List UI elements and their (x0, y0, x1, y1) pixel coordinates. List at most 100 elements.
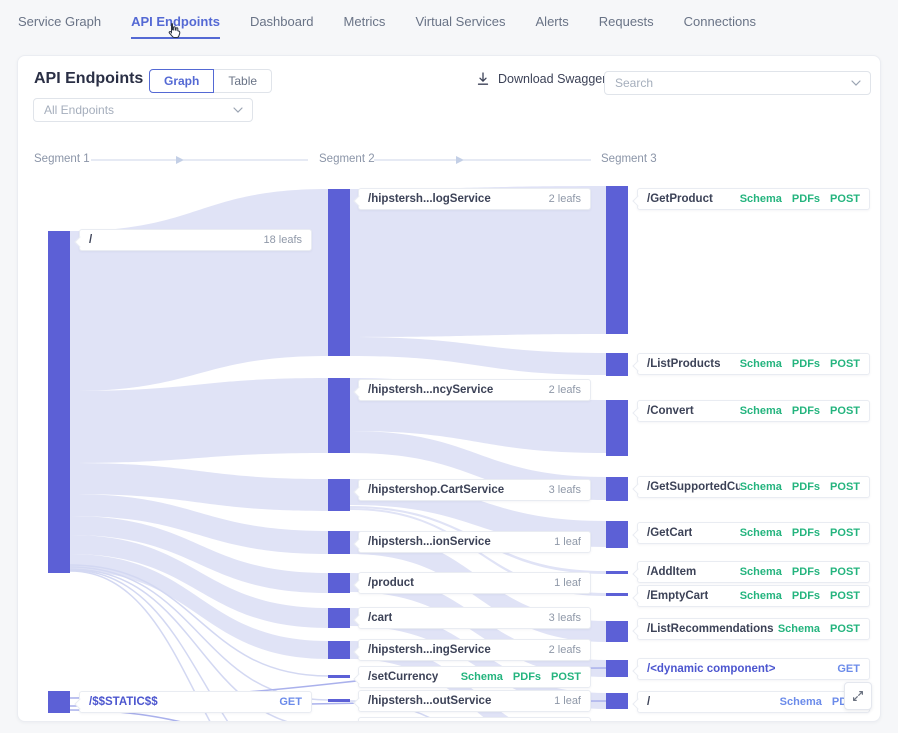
nav-item-connections[interactable]: Connections (684, 14, 756, 39)
leaf-count: 2 leafs (549, 384, 581, 396)
schema-link[interactable]: Schema (740, 527, 782, 539)
endpoint-label-setcurrency[interactable]: /setCurrency Schema PDFs POST (358, 666, 591, 688)
pdfs-link[interactable]: PDFs (792, 358, 820, 370)
endpoint-label-listproducts[interactable]: /ListProducts Schema PDFs POST (637, 353, 870, 375)
endpoint-path: / (647, 696, 650, 708)
nav-item-metrics[interactable]: Metrics (344, 14, 386, 39)
nav-item-api-endpoints[interactable]: API Endpoints (131, 14, 220, 39)
endpoint-label-getsupportedcurrencies[interactable]: /GetSupportedCurrencies Schema PDFs POST (637, 476, 870, 498)
pdfs-link[interactable]: PDFs (792, 527, 820, 539)
node-bar-getsupportedcurrencies (606, 477, 628, 501)
schema-link[interactable]: Schema (461, 671, 503, 683)
endpoint-label-convert[interactable]: /Convert Schema PDFs POST (637, 400, 870, 422)
node-bar-dynamic-component (606, 660, 628, 677)
method-post-link[interactable]: POST (830, 481, 860, 493)
nav-item-service-graph[interactable]: Service Graph (18, 14, 101, 39)
schema-link[interactable]: Schema (740, 405, 782, 417)
leaf-count: 2 leafs (549, 644, 581, 656)
endpoint-path: /ListProducts (647, 358, 720, 370)
schema-link[interactable]: Schema (740, 590, 782, 602)
endpoint-label-ailservice[interactable]: /hipstersh...ailService 1 leaf (358, 717, 591, 722)
schema-link[interactable]: Schema (740, 358, 782, 370)
endpoint-path: /cart (368, 612, 392, 624)
node-bar-ncyservice (328, 378, 350, 453)
endpoint-label-cartservice[interactable]: /hipstershop.CartService 3 leafs (358, 479, 591, 501)
leaf-count: 1 leaf (554, 695, 581, 707)
endpoint-path: /ListRecommendations (647, 623, 774, 635)
node-bar-emptycart (606, 593, 628, 596)
method-post-link[interactable]: POST (551, 671, 581, 683)
pdfs-link[interactable]: PDFs (792, 566, 820, 578)
endpoint-label-listrecommendations[interactable]: /ListRecommendations Schema POST (637, 618, 870, 640)
endpoint-label-ncyservice[interactable]: /hipstersh...ncyService 2 leafs (358, 379, 591, 401)
endpoint-label-ionservice[interactable]: /hipstersh...ionService 1 leaf (358, 531, 591, 553)
node-bar-ionservice (328, 531, 350, 554)
node-bar-root (48, 231, 70, 573)
method-post-link[interactable]: POST (830, 193, 860, 205)
endpoint-label-getcart[interactable]: /GetCart Schema PDFs POST (637, 522, 870, 544)
nav-item-dashboard[interactable]: Dashboard (250, 14, 314, 39)
endpoint-path: /GetCart (647, 527, 692, 539)
endpoint-label-logservice[interactable]: /hipstersh...logService 2 leafs (358, 188, 591, 210)
method-get-link[interactable]: GET (837, 663, 860, 675)
endpoint-label-product[interactable]: /product 1 leaf (358, 572, 591, 594)
schema-link[interactable]: Schema (740, 193, 782, 205)
nav-item-requests[interactable]: Requests (599, 14, 654, 39)
expand-icon (851, 689, 865, 703)
nav-item-virtual-services[interactable]: Virtual Services (415, 14, 505, 39)
endpoint-path: /Convert (647, 405, 694, 417)
endpoint-label-additem[interactable]: /AddItem Schema PDFs POST (637, 561, 870, 583)
leaf-count: 2 leafs (549, 193, 581, 205)
method-post-link[interactable]: POST (830, 358, 860, 370)
pdfs-link[interactable]: PDFs (792, 481, 820, 493)
endpoint-label-cart[interactable]: /cart 3 leafs (358, 607, 591, 629)
api-endpoints-panel: API Endpoints Graph Table Download Swagg… (17, 55, 881, 722)
pdfs-link[interactable]: PDFs (513, 671, 541, 683)
node-bar-root-leaf (606, 693, 628, 709)
endpoint-path: / (89, 234, 92, 246)
schema-link[interactable]: Schema (740, 481, 782, 493)
pdfs-link[interactable]: PDFs (792, 590, 820, 602)
endpoint-path: /GetSupportedCurrencies (647, 481, 740, 493)
method-post-link[interactable]: POST (830, 566, 860, 578)
leaf-count: 1 leaf (554, 577, 581, 589)
leaf-count: 3 leafs (549, 484, 581, 496)
method-post-link[interactable]: POST (830, 405, 860, 417)
node-bar-getcart (606, 521, 628, 548)
schema-link[interactable]: Schema (778, 623, 820, 635)
leaf-count: 1 leaf (554, 536, 581, 548)
endpoint-label-outservice[interactable]: /hipstersh...outService 1 leaf (358, 690, 591, 712)
leaf-count: 18 leafs (263, 234, 302, 246)
endpoint-label-ingservice[interactable]: /hipstersh...ingService 2 leafs (358, 639, 591, 661)
method-get-link[interactable]: GET (279, 696, 302, 708)
node-bar-outservice (328, 699, 350, 702)
pdfs-link[interactable]: PDFs (792, 193, 820, 205)
method-post-link[interactable]: POST (830, 590, 860, 602)
nav-item-alerts[interactable]: Alerts (536, 14, 569, 39)
endpoint-path: /hipstersh...ncyService (368, 384, 493, 396)
endpoint-path: /hipstersh...logService (368, 193, 491, 205)
expand-graph-button[interactable] (844, 682, 872, 710)
endpoint-label-getproduct[interactable]: /GetProduct Schema PDFs POST (637, 188, 870, 210)
endpoint-label-emptycart[interactable]: /EmptyCart Schema PDFs POST (637, 585, 870, 607)
node-bar-convert (606, 400, 628, 456)
method-post-link[interactable]: POST (830, 527, 860, 539)
node-bar-logservice (328, 189, 350, 356)
node-bar-cart (328, 608, 350, 628)
endpoint-label-static[interactable]: /$$STATIC$$ GET (79, 691, 312, 713)
node-bar-product (328, 573, 350, 593)
node-bar-static (48, 691, 70, 713)
endpoint-label-dynamic-component[interactable]: /<dynamic component> GET (637, 658, 870, 680)
method-post-link[interactable]: POST (830, 623, 860, 635)
graph-view-button[interactable]: Graph (149, 69, 214, 93)
endpoint-path: /hipstersh...ionService (368, 536, 491, 548)
endpoint-label-root-leaf[interactable]: / Schema PDFs (637, 691, 870, 713)
endpoint-path: /product (368, 577, 414, 589)
flow-bands-seg1-seg2 (70, 189, 328, 659)
schema-link[interactable]: Schema (780, 696, 822, 708)
pdfs-link[interactable]: PDFs (792, 405, 820, 417)
endpoint-path: /EmptyCart (647, 590, 708, 602)
node-bar-ingservice (328, 641, 350, 659)
endpoint-label-root[interactable]: / 18 leafs (79, 229, 312, 251)
schema-link[interactable]: Schema (740, 566, 782, 578)
